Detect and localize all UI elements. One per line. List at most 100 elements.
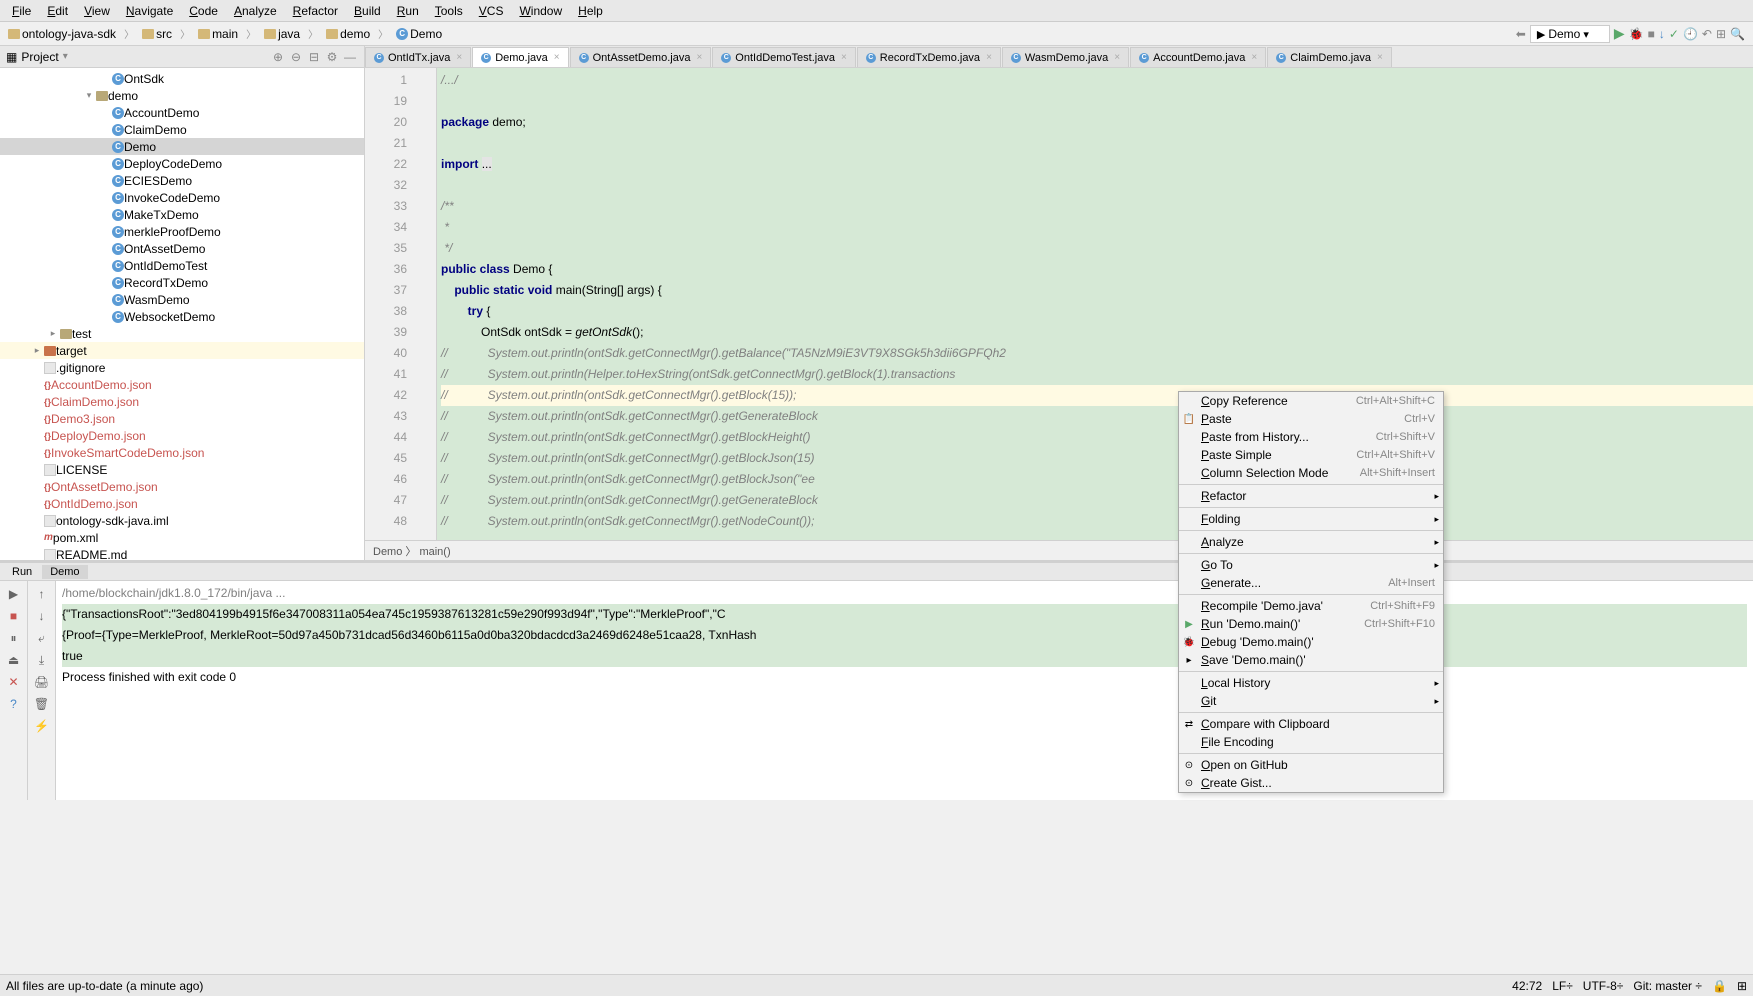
menu-vcs[interactable]: VCS xyxy=(471,2,512,20)
code-breadcrumb[interactable]: Demo 〉 main() xyxy=(365,540,1753,560)
run-button[interactable]: ▶ xyxy=(1614,25,1625,42)
tree-item-wasmdemo[interactable]: C WasmDemo xyxy=(0,291,364,308)
status-utf-8-[interactable]: UTF-8÷ xyxy=(1583,979,1624,993)
ctx-compare-with-clipboard[interactable]: ⇄Compare with Clipboard xyxy=(1179,715,1443,733)
code-editor[interactable]: 1192021223233343536373839404142434445464… xyxy=(365,68,1753,540)
tree-item-deploycodedemo[interactable]: C DeployCodeDemo xyxy=(0,155,364,172)
menu-refactor[interactable]: Refactor xyxy=(285,2,346,20)
tree-item-ontiddemotest[interactable]: C OntIdDemoTest xyxy=(0,257,364,274)
tree-item-readme-md[interactable]: README.md xyxy=(0,546,364,560)
tree-item-demo3-json[interactable]: {} Demo3.json xyxy=(0,410,364,427)
pause-icon[interactable]: ⏸ xyxy=(5,629,23,647)
tab-close-icon[interactable]: × xyxy=(1114,52,1120,63)
tab-close-icon[interactable]: × xyxy=(1251,52,1257,63)
vcs-history-icon[interactable]: 🕘 xyxy=(1683,27,1698,41)
tree-item-maketxdemo[interactable]: C MakeTxDemo xyxy=(0,206,364,223)
menu-window[interactable]: Window xyxy=(511,2,570,20)
up-icon[interactable]: ↑ xyxy=(33,585,51,603)
ctx-analyze[interactable]: Analyze xyxy=(1179,533,1443,551)
soft-wrap-icon[interactable]: ⤶ xyxy=(33,629,51,647)
tree-item-target[interactable]: ▸ target xyxy=(0,342,364,359)
filter-icon[interactable]: ⚡ xyxy=(33,717,51,735)
print-icon[interactable]: 🖨 xyxy=(33,673,51,691)
tree-item-ontology-sdk-java-iml[interactable]: ontology-sdk-java.iml xyxy=(0,512,364,529)
menu-view[interactable]: View xyxy=(76,2,118,20)
menu-build[interactable]: Build xyxy=(346,2,389,20)
tree-item-demo[interactable]: C Demo xyxy=(0,138,364,155)
tree-item-ontassetdemo-json[interactable]: {} OntAssetDemo.json xyxy=(0,478,364,495)
run-tab-demo[interactable]: Demo xyxy=(42,565,87,579)
ctx-local-history[interactable]: Local History xyxy=(1179,674,1443,692)
tree-item-invokesmartcodedemo-json[interactable]: {} InvokeSmartCodeDemo.json xyxy=(0,444,364,461)
run-tab-run[interactable]: Run xyxy=(4,565,40,579)
tab-ontidtx-java[interactable]: C OntIdTx.java × xyxy=(365,47,471,67)
ctx-paste-from-history-[interactable]: Paste from History...Ctrl+Shift+V xyxy=(1179,428,1443,446)
project-tree[interactable]: C OntSdk▾ demoC AccountDemoC ClaimDemoC … xyxy=(0,68,364,560)
tab-wasmdemo-java[interactable]: C WasmDemo.java × xyxy=(1002,47,1129,67)
status-42-72[interactable]: 42:72 xyxy=(1512,979,1542,993)
nav-back-icon[interactable]: ⬅ xyxy=(1516,27,1526,41)
autoscroll-to-source-icon[interactable]: ⊕ xyxy=(270,49,286,65)
exit-icon[interactable]: ⏏ xyxy=(5,651,23,669)
menu-run[interactable]: Run xyxy=(389,2,427,20)
tree-item-ontassetdemo[interactable]: C OntAssetDemo xyxy=(0,240,364,257)
ctx-save-demo-main-[interactable]: ▸Save 'Demo.main()' xyxy=(1179,651,1443,669)
menu-analyze[interactable]: Analyze xyxy=(226,2,285,20)
menu-navigate[interactable]: Navigate xyxy=(118,2,181,20)
console-output[interactable]: /home/blockchain/jdk1.8.0_172/bin/java .… xyxy=(56,581,1753,800)
menu-file[interactable]: File xyxy=(4,2,39,20)
tab-accountdemo-java[interactable]: C AccountDemo.java × xyxy=(1130,47,1266,67)
tree-item-eciesdemo[interactable]: C ECIESDemo xyxy=(0,172,364,189)
code-content[interactable]: /.../package demo;import .../** * */publ… xyxy=(437,68,1753,540)
status--[interactable]: 🔒 xyxy=(1712,979,1727,993)
tab-close-icon[interactable]: × xyxy=(841,52,847,63)
ctx-refactor[interactable]: Refactor xyxy=(1179,487,1443,505)
stop-button[interactable]: ■ xyxy=(1648,27,1655,41)
down-icon[interactable]: ↓ xyxy=(33,607,51,625)
ctx-paste-simple[interactable]: Paste SimpleCtrl+Alt+Shift+V xyxy=(1179,446,1443,464)
menu-tools[interactable]: Tools xyxy=(427,2,471,20)
tab-demo-java[interactable]: C Demo.java × xyxy=(472,47,568,67)
tab-close-icon[interactable]: × xyxy=(696,52,702,63)
ctx-copy-reference[interactable]: Copy ReferenceCtrl+Alt+Shift+C xyxy=(1179,392,1443,410)
vcs-revert-icon[interactable]: ↶ xyxy=(1702,27,1712,41)
tree-item-ontsdk[interactable]: C OntSdk xyxy=(0,70,364,87)
search-icon[interactable]: 🔍 xyxy=(1730,27,1745,41)
tree-item-pom-xml[interactable]: m pom.xml xyxy=(0,529,364,546)
status--[interactable]: ⊞ xyxy=(1737,979,1747,993)
tree-item-recordtxdemo[interactable]: C RecordTxDemo xyxy=(0,274,364,291)
ctx-folding[interactable]: Folding xyxy=(1179,510,1443,528)
ctx-go-to[interactable]: Go To xyxy=(1179,556,1443,574)
tab-close-icon[interactable]: × xyxy=(456,52,462,63)
tree-item--gitignore[interactable]: .gitignore xyxy=(0,359,364,376)
scroll-end-icon[interactable]: ⤓ xyxy=(33,651,51,669)
status-git-master-[interactable]: Git: master ÷ xyxy=(1633,979,1702,993)
collapse-all-icon[interactable]: ⊟ xyxy=(306,49,322,65)
fold-column[interactable] xyxy=(425,68,437,540)
vcs-update-icon[interactable]: ↓ xyxy=(1659,27,1665,41)
ctx-generate-[interactable]: Generate...Alt+Insert xyxy=(1179,574,1443,592)
tab-close-icon[interactable]: × xyxy=(554,52,560,63)
clear-icon[interactable]: 🗑 xyxy=(33,695,51,713)
tab-close-icon[interactable]: × xyxy=(1377,52,1383,63)
breadcrumb-main[interactable]: main xyxy=(194,26,242,42)
ctx-column-selection-mode[interactable]: Column Selection ModeAlt+Shift+Insert xyxy=(1179,464,1443,482)
menu-code[interactable]: Code xyxy=(181,2,226,20)
autoscroll-from-source-icon[interactable]: ⊖ xyxy=(288,49,304,65)
tree-item-accountdemo[interactable]: C AccountDemo xyxy=(0,104,364,121)
close-icon[interactable]: ✕ xyxy=(5,673,23,691)
vcs-commit-icon[interactable]: ✓ xyxy=(1669,27,1679,41)
help-icon[interactable]: ? xyxy=(5,695,23,713)
hide-icon[interactable]: — xyxy=(342,49,358,65)
menu-edit[interactable]: Edit xyxy=(39,2,76,20)
tree-item-claimdemo[interactable]: C ClaimDemo xyxy=(0,121,364,138)
status-lf-[interactable]: LF÷ xyxy=(1552,979,1573,993)
ctx-run-demo-main-[interactable]: ▶Run 'Demo.main()'Ctrl+Shift+F10 xyxy=(1179,615,1443,633)
ctx-open-on-github[interactable]: ⊙Open on GitHub xyxy=(1179,756,1443,774)
sidebar-view-icon[interactable]: ▦ xyxy=(6,50,17,64)
tree-item-claimdemo-json[interactable]: {} ClaimDemo.json xyxy=(0,393,364,410)
tab-claimdemo-java[interactable]: C ClaimDemo.java × xyxy=(1267,47,1392,67)
breadcrumb-java[interactable]: java xyxy=(260,26,304,42)
tab-ontassetdemo-java[interactable]: C OntAssetDemo.java × xyxy=(570,47,712,67)
tab-close-icon[interactable]: × xyxy=(986,52,992,63)
